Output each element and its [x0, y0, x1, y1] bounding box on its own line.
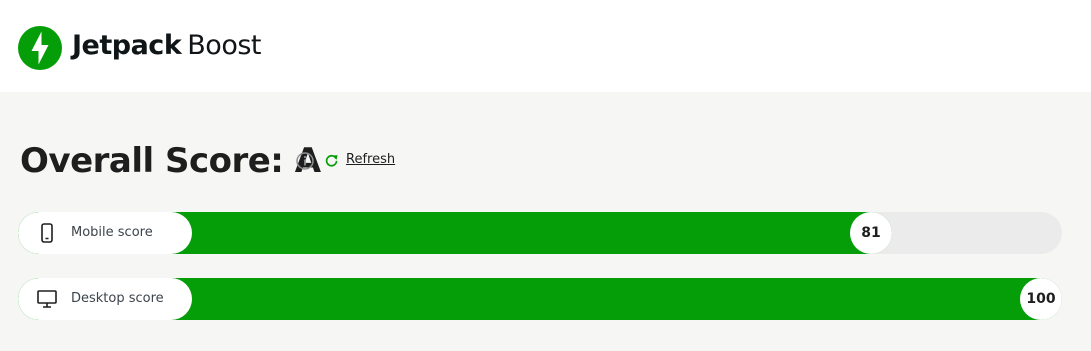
mobile-score-bar: Mobile score 81	[18, 212, 1062, 254]
info-icon[interactable]	[295, 151, 315, 171]
brand-name: Jetpack	[72, 30, 182, 61]
jetpack-logo-icon	[18, 26, 62, 70]
desktop-score-label: Desktop score	[71, 291, 164, 306]
monitor-icon	[37, 290, 57, 308]
refresh-icon[interactable]	[324, 153, 339, 168]
app-header: Jetpack Boost	[0, 0, 1091, 92]
mobile-score-label-pill: Mobile score	[18, 212, 192, 254]
app-title: Jetpack Boost	[72, 28, 261, 64]
mobile-score-label: Mobile score	[71, 225, 153, 240]
phone-icon	[41, 223, 53, 243]
mobile-score-value: 81	[850, 212, 892, 254]
desktop-score-value: 100	[1020, 278, 1062, 320]
desktop-score-label-pill: Desktop score	[18, 278, 192, 320]
refresh-link[interactable]: Refresh	[346, 151, 395, 169]
product-name: Boost	[187, 30, 261, 61]
overall-score-heading: Overall Score: A	[20, 141, 321, 181]
desktop-score-bar: Desktop score 100	[18, 278, 1062, 320]
